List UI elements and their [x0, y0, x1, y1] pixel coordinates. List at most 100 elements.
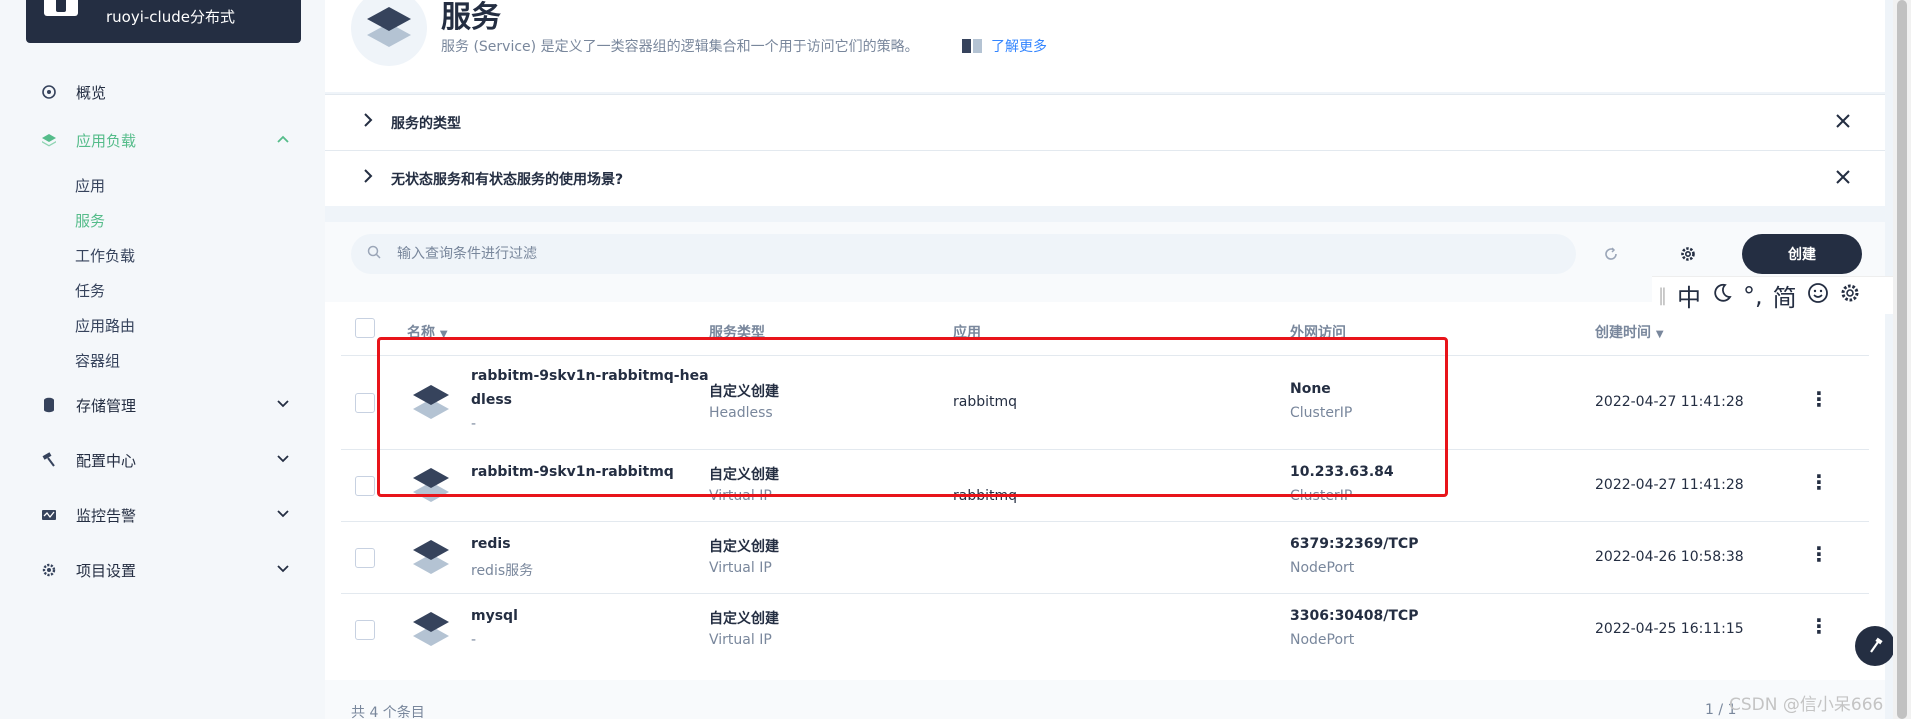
- table-row[interactable]: rabbitm-9skv1n-rabbitmq 自定义创建 Virtual IP…: [341, 449, 1869, 521]
- layers-icon: [40, 131, 58, 149]
- sidebar-item-storage[interactable]: 存储管理: [40, 391, 290, 419]
- service-icon: [411, 610, 451, 650]
- chevron-right-icon: [363, 168, 373, 189]
- column-settings-button[interactable]: [1672, 238, 1704, 270]
- ime-chinese-mode[interactable]: 中: [1677, 278, 1701, 313]
- sidebar-item-label: 监控告警: [76, 506, 137, 525]
- smiley-icon[interactable]: [1807, 282, 1829, 310]
- toolbox-button[interactable]: [1855, 626, 1895, 666]
- moon-icon[interactable]: [1711, 282, 1733, 310]
- ime-punctuation[interactable]: °,: [1743, 282, 1763, 310]
- service-name-link[interactable]: redis: [471, 536, 511, 552]
- tip-stateful-stateless[interactable]: 无状态服务和有状态服务的使用场景?: [325, 150, 1885, 206]
- sidebar-item-label: 项目设置: [76, 561, 137, 580]
- sidebar-sub-ingress[interactable]: 应用路由: [75, 315, 135, 336]
- monitor-icon: [40, 506, 58, 524]
- column-service-type: 服务类型: [709, 325, 765, 341]
- external-access: 6379:32369/TCP: [1290, 536, 1419, 552]
- service-type-sub: Virtual IP: [709, 560, 772, 576]
- table-toolbar: 创建: [325, 222, 1885, 302]
- sidebar-item-label: 配置中心: [76, 451, 137, 470]
- gear-icon[interactable]: [1839, 282, 1861, 310]
- ime-handle[interactable]: ‖: [1658, 285, 1667, 306]
- chevron-up-icon: [276, 132, 290, 148]
- refresh-button[interactable]: [1595, 238, 1627, 270]
- service-name-link[interactable]: rabbitm-9skv1n-rabbitmq-hea: [471, 368, 709, 384]
- learn-more-label: 了解更多: [991, 39, 1047, 55]
- more-actions-icon[interactable]: ⋮: [1809, 614, 1829, 638]
- sidebar: ruoyi-clude分布式 概览 应用负载 应用 服务 工作负载 任务 应用路…: [0, 0, 325, 719]
- column-created-time[interactable]: 创建时间 ▼: [1595, 322, 1664, 342]
- table-row[interactable]: redis redis服务 自定义创建 Virtual IP 6379:3236…: [341, 521, 1869, 593]
- sidebar-sub-apps[interactable]: 应用: [75, 175, 105, 196]
- ime-simplified[interactable]: 简: [1773, 278, 1797, 313]
- service-icon: [411, 383, 451, 423]
- service-name-link[interactable]: mysql: [471, 608, 518, 624]
- tip-label: 无状态服务和有状态服务的使用场景?: [391, 171, 624, 188]
- project-name: ruoyi-clude分布式: [106, 8, 235, 26]
- more-actions-icon[interactable]: ⋮: [1809, 542, 1829, 566]
- service-type: 自定义创建: [709, 384, 779, 400]
- gear-icon: [40, 561, 58, 579]
- row-checkbox[interactable]: [355, 393, 375, 413]
- sidebar-item-workloads[interactable]: 应用负载: [40, 126, 290, 154]
- chevron-down-icon: [276, 507, 290, 523]
- service-app: rabbitmq: [953, 488, 1018, 504]
- row-checkbox[interactable]: [355, 548, 375, 568]
- service-type-sub: Virtual IP: [709, 488, 772, 504]
- sidebar-sub-services[interactable]: 服务: [75, 210, 105, 231]
- column-name[interactable]: 名称 ▼: [407, 322, 448, 342]
- sidebar-item-overview[interactable]: 概览: [40, 78, 290, 106]
- close-icon[interactable]: [1835, 166, 1851, 191]
- ime-toolbar: ‖ 中 °, 简: [1652, 276, 1911, 314]
- service-type: 自定义创建: [709, 467, 779, 483]
- sidebar-sub-pods[interactable]: 容器组: [75, 350, 120, 371]
- close-icon[interactable]: [1835, 110, 1851, 135]
- sidebar-item-config[interactable]: 配置中心: [40, 446, 290, 474]
- more-actions-icon[interactable]: ⋮: [1809, 470, 1829, 494]
- sidebar-sub-workloads[interactable]: 工作负载: [75, 245, 135, 266]
- refresh-icon: [1605, 247, 1617, 260]
- dashboard-icon: [40, 83, 58, 101]
- created-time: 2022-04-26 10:58:38: [1595, 549, 1744, 565]
- total-count: 共 4 个条目: [351, 705, 425, 719]
- row-checkbox[interactable]: [355, 476, 375, 496]
- service-description: -: [471, 416, 477, 432]
- sidebar-item-label: 应用负载: [76, 131, 137, 150]
- project-selector[interactable]: ruoyi-clude分布式: [26, 0, 301, 43]
- service-hero-icon: [351, 0, 427, 66]
- external-access: 3306:30408/TCP: [1290, 608, 1419, 624]
- service-name-link[interactable]: rabbitm-9skv1n-rabbitmq: [471, 464, 674, 480]
- external-access-sub: ClusterIP: [1290, 488, 1353, 504]
- table-footer: 共 4 个条目 1 / 1: [325, 680, 1885, 719]
- more-actions-icon[interactable]: ⋮: [1809, 387, 1829, 411]
- learn-more-link[interactable]: 了解更多: [961, 36, 1047, 56]
- sidebar-item-settings[interactable]: 项目设置: [40, 556, 290, 584]
- sidebar-sub-jobs[interactable]: 任务: [75, 280, 105, 301]
- external-access-sub: ClusterIP: [1290, 405, 1353, 421]
- page-title: 服务: [441, 0, 501, 35]
- sidebar-item-monitoring[interactable]: 监控告警: [40, 501, 290, 529]
- tip-service-types[interactable]: 服务的类型: [325, 94, 1885, 150]
- service-type-sub: Virtual IP: [709, 632, 772, 648]
- page-scrollbar[interactable]: [1893, 0, 1911, 719]
- service-type-sub: Headless: [709, 405, 773, 421]
- select-all-checkbox[interactable]: [355, 318, 375, 338]
- page-description: 服务 (Service) 是定义了一类容器组的逻辑集合和一个用于访问它们的策略。: [441, 39, 919, 55]
- hammer-icon: [1870, 637, 1883, 653]
- external-access: 10.233.63.84: [1290, 464, 1394, 480]
- chevron-down-icon: [276, 562, 290, 578]
- search-box[interactable]: [351, 234, 1576, 274]
- table-row[interactable]: rabbitm-9skv1n-rabbitmq-hea dless - 自定义创…: [341, 355, 1869, 449]
- create-button[interactable]: 创建: [1742, 234, 1862, 274]
- hammer-icon: [40, 451, 58, 469]
- created-time: 2022-04-25 16:11:15: [1595, 621, 1744, 637]
- row-checkbox[interactable]: [355, 620, 375, 640]
- service-name-link-cont[interactable]: dless: [471, 392, 512, 408]
- external-access-sub: NodePort: [1290, 560, 1355, 576]
- table-row[interactable]: mysql - 自定义创建 Virtual IP 3306:30408/TCP …: [341, 593, 1869, 665]
- scrollbar-thumb[interactable]: [1897, 0, 1907, 719]
- column-external-access: 外网访问: [1290, 325, 1346, 341]
- search-input[interactable]: [397, 246, 1497, 262]
- sort-down-icon: ▼: [439, 329, 448, 340]
